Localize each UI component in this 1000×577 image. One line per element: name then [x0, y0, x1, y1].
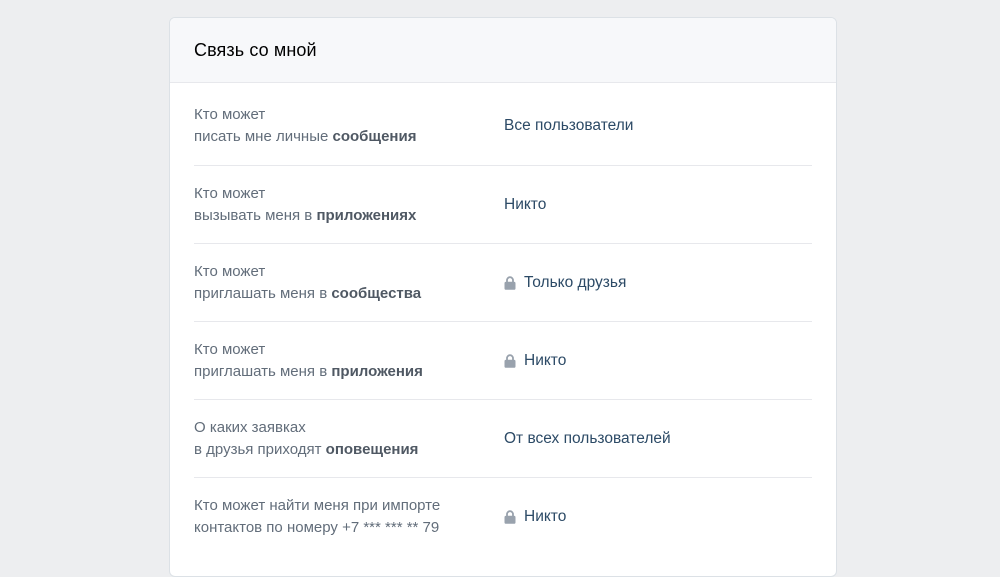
setting-label-bold: оповещения: [325, 440, 419, 458]
setting-value-dropdown[interactable]: Никто: [504, 508, 566, 526]
setting-label-line1: Кто может: [194, 262, 266, 280]
setting-row-community-invites: Кто может приглашать меня в сообщества Т…: [194, 244, 812, 322]
setting-label: Кто может вызывать меня в приложениях: [194, 183, 504, 227]
setting-row-private-messages: Кто может писать мне личные сообщения Вс…: [194, 83, 812, 166]
setting-label-line1: Кто может найти меня при импорте: [194, 497, 441, 514]
setting-label-bold: сообщения: [332, 128, 417, 145]
card-title: Связь со мной: [194, 39, 317, 60]
setting-value-text[interactable]: От всех пользователей: [504, 430, 671, 448]
setting-label: Кто может найти меня при импорте контакт…: [194, 495, 504, 539]
setting-value-dropdown[interactable]: Все пользователи: [504, 117, 633, 135]
setting-value-text[interactable]: Все пользователи: [504, 117, 633, 135]
setting-label-bold: приложения: [331, 362, 423, 380]
setting-value-dropdown[interactable]: Только друзья: [504, 274, 626, 292]
setting-label-bold: сообщества: [331, 284, 422, 302]
setting-label-line2: вызывать меня в: [194, 206, 317, 224]
setting-label-line2: писать мне личные: [194, 128, 333, 145]
setting-value-dropdown[interactable]: Никто: [504, 352, 566, 370]
setting-label-line1: Кто может: [194, 106, 266, 123]
settings-list: Кто может писать мне личные сообщения Вс…: [170, 83, 836, 556]
setting-label-line2: контактов по номеру +7 *** *** ** 79: [194, 519, 440, 536]
setting-row-app-calls: Кто может вызывать меня в приложениях Ни…: [194, 166, 812, 244]
card-header: Связь со мной: [170, 18, 836, 83]
lock-icon: [504, 275, 516, 290]
lock-icon: [504, 353, 516, 368]
setting-value-text[interactable]: Только друзья: [524, 274, 626, 292]
setting-label: О каких заявках в друзья приходят оповещ…: [194, 417, 504, 461]
setting-value-text[interactable]: Никто: [524, 508, 566, 526]
setting-label-line1: О каких заявках: [194, 418, 306, 436]
contact-settings-card: Связь со мной Кто может писать мне личны…: [169, 17, 837, 577]
setting-label-line1: Кто может: [194, 340, 266, 358]
setting-row-friend-request-notifications: О каких заявках в друзья приходят оповещ…: [194, 400, 812, 478]
setting-label: Кто может писать мне личные сообщения: [194, 104, 504, 148]
setting-label-line2: в друзья приходят: [194, 440, 326, 458]
setting-label-line2: приглашать меня в: [194, 362, 332, 380]
setting-value-text[interactable]: Никто: [524, 352, 566, 370]
setting-label-line2: приглашать меня в: [194, 284, 332, 302]
setting-label-line1: Кто может: [194, 184, 266, 202]
setting-value-dropdown[interactable]: Никто: [504, 196, 546, 214]
setting-row-app-invites: Кто может приглашать меня в приложения Н…: [194, 322, 812, 400]
setting-label-bold: приложениях: [316, 206, 417, 224]
setting-value-dropdown[interactable]: От всех пользователей: [504, 430, 671, 448]
setting-label: Кто может приглашать меня в сообщества: [194, 261, 504, 305]
setting-row-contact-import: Кто может найти меня при импорте контакт…: [194, 478, 812, 556]
setting-value-text[interactable]: Никто: [504, 196, 546, 214]
lock-icon: [504, 510, 516, 524]
setting-label: Кто может приглашать меня в приложения: [194, 339, 504, 383]
